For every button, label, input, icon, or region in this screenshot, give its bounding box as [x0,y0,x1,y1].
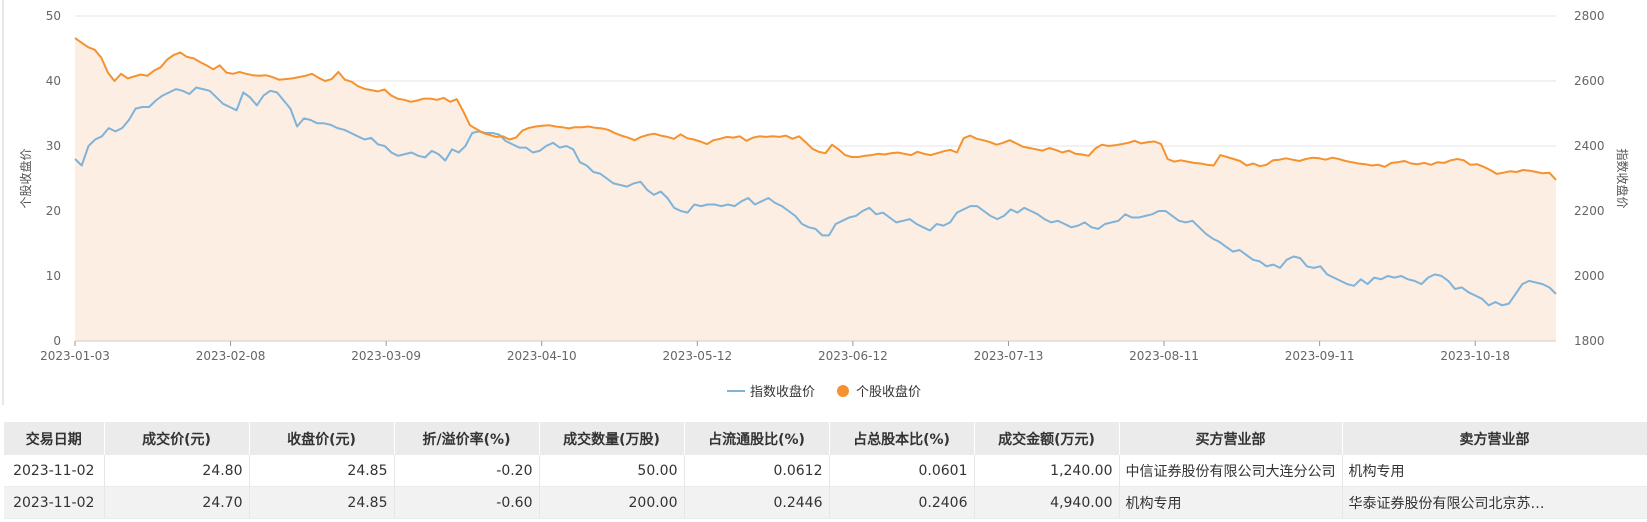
y-right-axis-title: 指数收盘价 [1615,148,1630,208]
cell-buyer: 中信证券股份有限公司大连分公司 [1119,455,1343,487]
cell-buyer: 机构专用 [1119,486,1343,519]
y-right-tick-label: 2400 [1574,139,1605,153]
header-total-ratio[interactable]: 占总股本比(%) [829,422,975,455]
y-left-tick-label: 40 [46,74,61,88]
header-trade-volume[interactable]: 成交数量(万股) [539,422,685,455]
y-left-tick-label: 30 [46,139,61,153]
table-row: 2023-11-02 24.80 24.85 -0.20 50.00 0.061… [4,455,1647,487]
y-right-tick-label: 2000 [1574,269,1605,283]
header-trade-amount[interactable]: 成交金额(万元) [974,422,1120,455]
cell-trade-date: 2023-11-02 [4,455,105,487]
y-right-tick-label: 2600 [1574,74,1605,88]
x-tick-label: 2023-04-10 [507,349,577,363]
cell-premium-rate: -0.20 [394,455,540,487]
header-seller[interactable]: 卖方营业部 [1342,422,1647,455]
cell-trade-amount: 4,940.00 [974,486,1120,519]
y-right-tick-label: 1800 [1574,334,1605,348]
x-tick-label: 2023-09-11 [1285,349,1355,363]
table-header-row: 交易日期 成交价(元) 收盘价(元) 折/溢价率(%) 成交数量(万股) 占流通… [4,422,1647,455]
header-float-ratio[interactable]: 占流通股比(%) [684,422,830,455]
cell-trade-price: 24.70 [104,486,250,519]
x-tick-label: 2023-08-11 [1129,349,1199,363]
cell-float-ratio: 0.2446 [684,486,830,519]
legend-stock-label: 个股收盘价 [856,384,921,400]
x-tick-label: 2023-06-12 [818,349,888,363]
y-right-tick-label: 2200 [1574,204,1605,218]
header-trade-price[interactable]: 成交价(元) [104,422,250,455]
cell-total-ratio: 0.2406 [829,486,975,519]
x-tick-label: 2023-02-08 [196,349,266,363]
header-buyer[interactable]: 买方营业部 [1119,422,1343,455]
x-tick-label: 2023-01-03 [40,349,110,363]
stock-area-fill [75,38,1556,341]
y-left-tick-label: 0 [53,334,61,348]
y-left-tick-label: 20 [46,204,61,218]
block-trade-table: 交易日期 成交价(元) 收盘价(元) 折/溢价率(%) 成交数量(万股) 占流通… [4,422,1647,519]
header-premium-rate[interactable]: 折/溢价率(%) [394,422,540,455]
cell-close-price: 24.85 [249,455,395,487]
header-close-price[interactable]: 收盘价(元) [249,422,395,455]
y-left-tick-label: 10 [46,269,61,283]
x-tick-label: 2023-10-18 [1440,349,1510,363]
cell-close-price: 24.85 [249,486,395,519]
cell-trade-amount: 1,240.00 [974,455,1120,487]
y-left-axis-title: 个股收盘价 [18,148,33,208]
x-tick-label: 2023-03-09 [351,349,421,363]
table-row: 2023-11-02 24.70 24.85 -0.60 200.00 0.24… [4,486,1647,519]
cell-total-ratio: 0.0601 [829,455,975,487]
header-trade-date[interactable]: 交易日期 [4,422,105,455]
x-tick-label: 2023-07-13 [974,349,1044,363]
chart-container: 0 10 20 30 40 50 1800 2000 2200 2400 2600 2800 个股收盘价… [0,0,1647,405]
y-right-tick-label: 2800 [1574,9,1605,23]
x-tick-label: 2023-05-12 [662,349,732,363]
line-chart: 0 10 20 30 40 50 1800 2000 2200 2400 2600 2800 个股收盘价… [2,0,1630,405]
y-left-tick-label: 50 [46,9,61,23]
legend-index-label: 指数收盘价 [750,384,815,400]
legend-stock-dot-icon [837,385,849,397]
cell-trade-volume: 200.00 [539,486,685,519]
cell-trade-date: 2023-11-02 [4,486,105,519]
cell-float-ratio: 0.0612 [684,455,830,487]
cell-trade-price: 24.80 [104,455,250,487]
cell-premium-rate: -0.60 [394,486,540,519]
cell-seller: 华泰证券股份有限公司北京苏… [1342,486,1647,519]
cell-trade-volume: 50.00 [539,455,685,487]
cell-seller: 机构专用 [1342,455,1647,487]
